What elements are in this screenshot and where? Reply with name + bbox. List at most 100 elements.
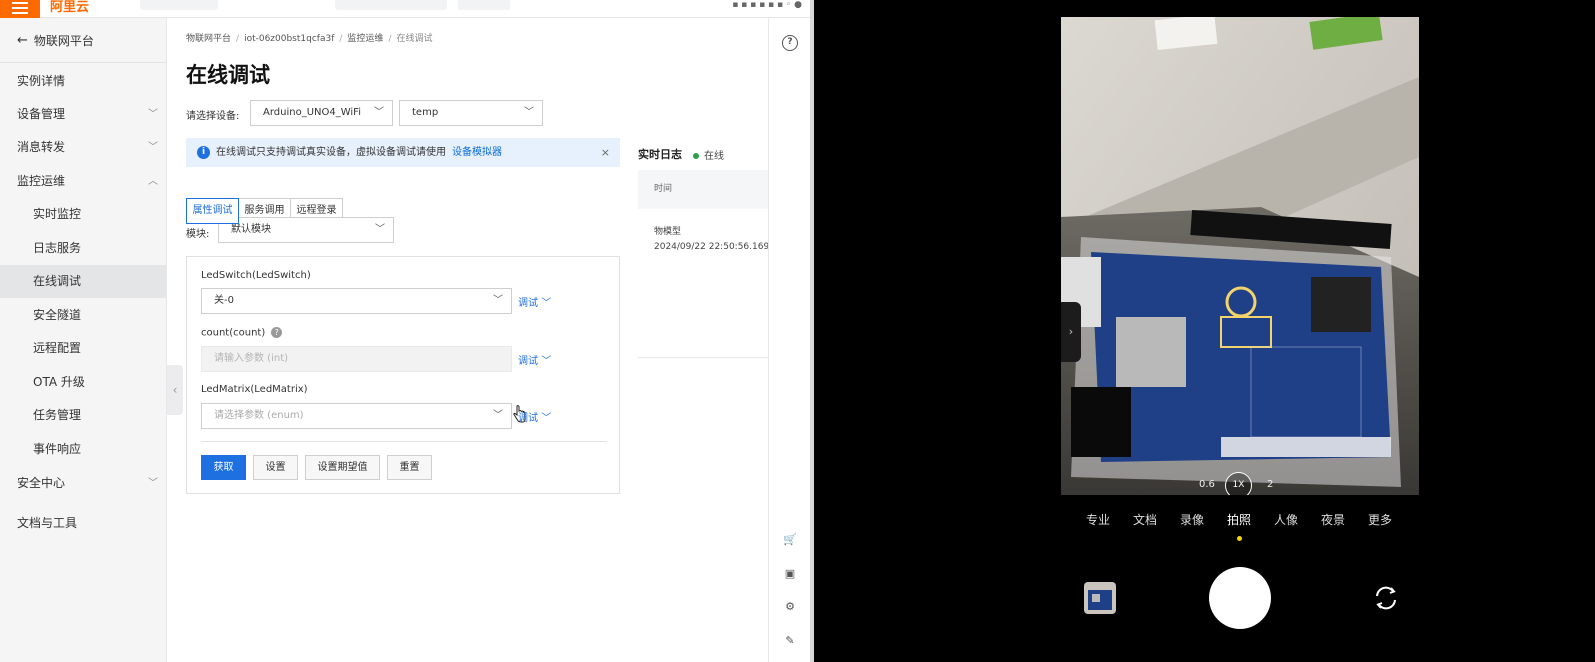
sidebar-item-label: 文档与工具	[17, 516, 78, 530]
chevron-down-icon: ﹀	[541, 356, 552, 367]
sidebar-item-security-center[interactable]: 安全中心 ﹀	[0, 467, 166, 500]
set-button[interactable]: 设置	[253, 455, 298, 480]
sidebar-item-log-service[interactable]: 日志服务	[0, 232, 166, 265]
count-label-text: count(count)	[201, 327, 266, 339]
sidebar-item-event-response[interactable]: 事件响应	[0, 433, 166, 466]
mode-photo[interactable]: 拍照	[1227, 511, 1251, 528]
shutter-button[interactable]	[1209, 567, 1271, 629]
chevron-down-icon: ﹀	[375, 224, 385, 235]
cart-icon[interactable]: 🛒	[782, 532, 798, 548]
realtime-log-panel: 实时日志 在线 时间 物模型 2024/09/22 22:50:56.169	[638, 138, 769, 378]
camera-viewfinder[interactable]: › 0.6 1X 2	[1061, 17, 1419, 495]
sidebar-item-task-management[interactable]: 任务管理	[0, 399, 166, 432]
help-icon[interactable]: ?	[782, 35, 798, 51]
get-button[interactable]: 获取	[201, 455, 246, 480]
top-navigation-bar: 阿里云 ▪ ▪ ▪ ▪ ▪ ▪ ◦ ●	[0, 0, 810, 18]
page-title: 在线调试	[186, 63, 270, 87]
debug-label: 调试	[518, 298, 538, 309]
workspace-switcher[interactable]	[140, 0, 218, 10]
sidebar-item-monitoring-ops[interactable]: 监控运维 ︿	[0, 165, 166, 198]
device-select[interactable]: temp ﹀	[399, 100, 543, 126]
gallery-thumbnail[interactable]	[1084, 582, 1116, 614]
reset-button[interactable]: 重置	[387, 455, 432, 480]
log-divider	[638, 357, 768, 358]
sidebar-item-realtime-monitoring[interactable]: 实时监控	[0, 198, 166, 231]
mode-document[interactable]: 文档	[1133, 511, 1157, 528]
hamburger-icon[interactable]	[0, 0, 40, 18]
module-select[interactable]: 默认模块 ﹀	[218, 217, 394, 243]
switch-camera-icon[interactable]	[1371, 583, 1401, 613]
zoom-tele-button[interactable]: 2	[1267, 479, 1273, 490]
ledmatrix-select[interactable]: 请选择参数 (enum) ﹀	[201, 403, 512, 429]
mode-night[interactable]: 夜景	[1321, 511, 1345, 528]
sidebar-item-secure-tunnel[interactable]: 安全隧道	[0, 299, 166, 332]
sidebar-item-label: 消息转发	[17, 140, 66, 154]
sidebar-item-online-debug[interactable]: 在线调试	[0, 265, 166, 298]
mode-video[interactable]: 录像	[1180, 511, 1204, 528]
sidebar-item-device-management[interactable]: 设备管理 ﹀	[0, 98, 166, 131]
sidebar-item-label: 实时监控	[33, 207, 82, 221]
chevron-down-icon: ﹀	[524, 107, 534, 118]
top-toolbar-icons[interactable]: ▪ ▪ ▪ ▪ ▪ ▪ ◦ ●	[732, 0, 802, 10]
breadcrumb: 物联网平台 / iot-06z00bst1qcfa3f / 监控运维 / 在线调试	[186, 31, 433, 44]
zoom-wide-button[interactable]: 0.6	[1199, 479, 1215, 490]
arduino-board-photo	[1061, 17, 1419, 495]
mode-pro[interactable]: 专业	[1086, 511, 1110, 528]
sidebar-item-label: 安全中心	[17, 476, 66, 490]
ledmatrix-select-placeholder: 请选择参数 (enum)	[214, 410, 304, 421]
sidebar-item-message-forwarding[interactable]: 消息转发 ﹀	[0, 131, 166, 164]
sidebar-back-label: 物联网平台	[33, 34, 94, 48]
sidebar-item-instance-details[interactable]: 实例详情	[0, 65, 166, 98]
log-entry-time[interactable]: 2024/09/22 22:50:56.169	[654, 242, 769, 252]
arrow-left-icon: ←	[17, 33, 28, 48]
breadcrumb-item[interactable]: 物联网平台	[186, 34, 231, 44]
region-selector[interactable]	[335, 0, 447, 10]
ledswitch-debug-button[interactable]: 调试 ﹀	[518, 294, 551, 309]
log-entry-type: 物模型	[654, 227, 682, 237]
mode-portrait[interactable]: 人像	[1274, 511, 1298, 528]
count-debug-button[interactable]: 调试 ﹀	[518, 352, 551, 367]
mode-more[interactable]: 更多	[1368, 511, 1392, 528]
device-select-value: temp	[412, 107, 439, 118]
sidebar-item-remote-config[interactable]: 远程配置	[0, 332, 166, 365]
brand-logo[interactable]: 阿里云	[50, 0, 89, 15]
screen: 阿里云 ▪ ▪ ▪ ▪ ▪ ▪ ◦ ● ← 物联网平台 实例详情 设备管理 ﹀ …	[0, 0, 1595, 662]
breadcrumb-item[interactable]: iot-06z00bst1qcfa3f	[244, 34, 334, 44]
info-notice: i 在线调试只支持调试真实设备，虚拟设备调试请使用 设备模拟器 ×	[186, 138, 620, 167]
breadcrumb-separator: /	[388, 34, 392, 44]
debug-label: 调试	[518, 413, 538, 424]
iot-console-window: 阿里云 ▪ ▪ ▪ ▪ ▪ ▪ ◦ ● ← 物联网平台 实例详情 设备管理 ﹀ …	[0, 0, 810, 662]
device-simulator-link[interactable]: 设备模拟器	[452, 147, 502, 158]
help-icon[interactable]: ?	[271, 327, 283, 338]
chevron-down-icon: ﹀	[493, 410, 503, 421]
breadcrumb-item[interactable]: 监控运维	[347, 34, 383, 44]
gear-icon[interactable]: ⚙	[782, 599, 798, 615]
sidebar-item-ota-upgrade[interactable]: OTA 升级	[0, 366, 166, 399]
global-search[interactable]	[458, 0, 510, 10]
tab-property-debug[interactable]: 属性调试	[186, 198, 239, 224]
active-mode-indicator	[1237, 536, 1242, 541]
notice-text: 在线调试只支持调试真实设备，虚拟设备调试请使用	[216, 147, 446, 158]
edit-icon[interactable]: ✎	[782, 633, 798, 649]
product-select[interactable]: Arduino_UNO4_WiFi ﹀	[250, 100, 393, 126]
main-content: 物联网平台 / iot-06z00bst1qcfa3f / 监控运维 / 在线调试 在线调试…	[168, 18, 769, 662]
breadcrumb-current: 在线调试	[396, 34, 433, 44]
close-icon[interactable]: ×	[601, 138, 610, 167]
ledmatrix-debug-button[interactable]: 调试 ﹀	[518, 409, 551, 424]
sidebar-divider	[0, 62, 166, 63]
sidebar-item-label: 任务管理	[33, 408, 82, 422]
sidebar-back-link[interactable]: ← 物联网平台	[17, 32, 94, 49]
window-divider	[810, 0, 814, 662]
right-tool-rail: ? 🛒 ▣ ⚙ ✎	[768, 18, 810, 662]
set-expected-button[interactable]: 设置期望值	[305, 455, 380, 480]
debug-label: 调试	[518, 356, 538, 367]
camera-mode-bar: 专业 文档 录像 拍照 人像 夜景 更多	[1061, 511, 1419, 531]
sidebar-item-label: 实例详情	[17, 74, 66, 88]
ledswitch-select-value: 关-0	[214, 295, 234, 306]
sidebar-item-docs-tools[interactable]: 文档与工具	[0, 507, 166, 540]
chevron-right-icon[interactable]: ›	[1061, 302, 1081, 362]
ledswitch-select[interactable]: 关-0 ﹀	[201, 288, 512, 314]
zoom-current-button[interactable]: 1X	[1225, 472, 1252, 495]
count-input[interactable]: 请输入参数 (int)	[201, 346, 512, 372]
chip-icon[interactable]: ▣	[782, 566, 798, 582]
